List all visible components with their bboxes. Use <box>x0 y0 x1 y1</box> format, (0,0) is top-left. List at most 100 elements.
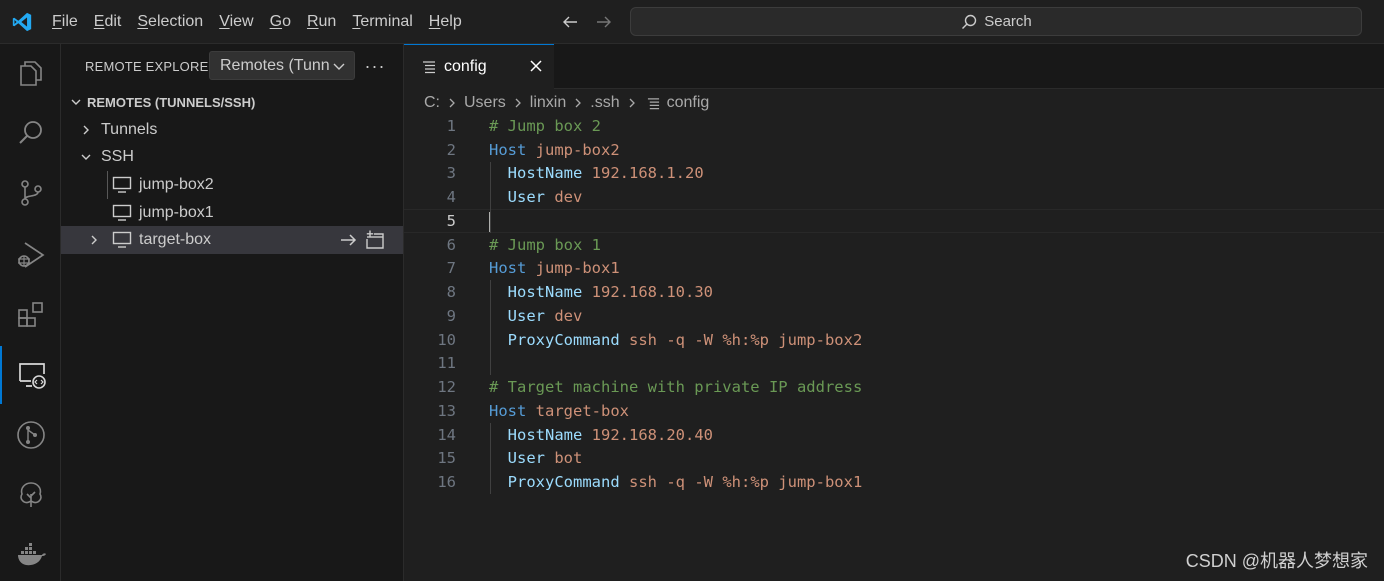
breadcrumb-item[interactable]: .ssh <box>590 94 619 112</box>
code-line[interactable]: 9 User dev <box>404 304 1384 328</box>
code-line[interactable]: 11 <box>404 352 1384 376</box>
code-token: 192.168.10.30 <box>591 283 713 302</box>
tree-item-label: jump-box1 <box>139 203 214 221</box>
menu-item-run[interactable]: Run <box>299 0 344 44</box>
remotes-dropdown[interactable]: Remotes (Tunnels/SSH) <box>209 51 355 80</box>
tree-item-ssh[interactable]: SSH <box>61 144 403 172</box>
explorer-icon[interactable] <box>0 44 61 102</box>
code-token: HostName <box>507 425 583 444</box>
remotes-dropdown-value: Remotes (Tunnels/SSH) <box>220 56 330 74</box>
close-icon[interactable] <box>528 58 544 79</box>
back-arrow-icon[interactable] <box>560 12 580 32</box>
title-bar: File Edit Selection View Go Run Terminal Help S… <box>0 0 1384 44</box>
code-line[interactable]: 13 Host target-box <box>404 399 1384 423</box>
line-number: 11 <box>437 354 456 373</box>
indent-guide <box>490 422 491 494</box>
line-number: 4 <box>446 188 456 207</box>
chevron-down-icon <box>332 59 346 78</box>
code-token: HostName <box>507 283 583 302</box>
code-line[interactable]: 1 # Jump box 2 <box>404 114 1384 138</box>
indent-guide <box>490 161 491 233</box>
code-token: Host <box>489 140 527 159</box>
menu-item-view[interactable]: View <box>211 0 261 44</box>
code-line[interactable]: 12 # Target machine with private IP addre… <box>404 375 1384 399</box>
breadcrumb-item[interactable]: Users <box>464 94 506 112</box>
code-editor[interactable]: 1 # Jump box 2 2 Host jump-box2 3 HostName 1… <box>404 114 1384 494</box>
breadcrumb: C: Users linxin .ssh config <box>404 89 1384 117</box>
tree-item-jump-box2[interactable]: jump-box2 <box>61 171 403 199</box>
line-text: ProxyCommand ssh -q -W %h:%p jump-box2 <box>489 331 863 349</box>
code-line[interactable]: 14 HostName 192.168.20.40 <box>404 423 1384 447</box>
search-icon <box>960 13 978 31</box>
chevron-down-icon <box>67 93 85 111</box>
code-line[interactable]: 7 Host jump-box1 <box>404 257 1384 281</box>
navigation-arrows <box>560 0 614 44</box>
row-actions <box>339 230 385 250</box>
code-token: 192.168.20.40 <box>591 425 713 444</box>
code-line[interactable]: 5 <box>404 209 1384 233</box>
menu-item-help[interactable]: Help <box>421 0 470 44</box>
indent-guide <box>490 280 491 376</box>
sidebar-header: REMOTE EXPLORER Remotes (Tunnels/SSH) ··… <box>61 44 403 88</box>
remote-explorer-icon[interactable] <box>0 346 61 404</box>
line-text: Host jump-box2 <box>489 141 620 159</box>
connect-in-new-window-icon[interactable] <box>365 230 385 250</box>
tree-item-target-box[interactable]: target-box <box>61 226 403 254</box>
code-token: dev <box>554 188 583 207</box>
menu-item-go[interactable]: Go <box>262 0 299 44</box>
code-token: User <box>507 449 545 468</box>
code-line[interactable]: 15 User bot <box>404 447 1384 471</box>
tree-item-label: target-box <box>139 231 212 249</box>
code-line[interactable]: 2 Host jump-box2 <box>404 138 1384 162</box>
tree-item-tunnels[interactable]: Tunnels <box>61 116 403 144</box>
command-center-search[interactable]: Search <box>630 7 1362 36</box>
more-actions-icon[interactable]: ··· <box>363 54 387 78</box>
code-token: bot <box>554 449 583 468</box>
code-line[interactable]: 16 ProxyCommand ssh -q -W %h:%p jump-box… <box>404 470 1384 494</box>
code-line[interactable]: 3 HostName 192.168.1.20 <box>404 162 1384 186</box>
git-graph-icon[interactable] <box>0 406 61 464</box>
menu-item-selection[interactable]: Selection <box>129 0 211 44</box>
tree-icon[interactable] <box>0 466 61 524</box>
code-line[interactable]: 10 ProxyCommand ssh -q -W %h:%p jump-box… <box>404 328 1384 352</box>
code-token: HostName <box>507 164 583 183</box>
code-line[interactable]: 8 HostName 192.168.10.30 <box>404 280 1384 304</box>
forward-arrow-icon[interactable] <box>594 12 614 32</box>
line-number: 15 <box>437 449 456 468</box>
breadcrumb-item[interactable]: C: <box>424 94 440 112</box>
file-lines-icon <box>647 97 660 110</box>
tree-item-label: jump-box2 <box>139 175 214 193</box>
tab-config[interactable]: config <box>404 44 554 89</box>
remotes-section-header[interactable]: REMOTES (TUNNELS/SSH) <box>61 88 403 116</box>
source-control-icon[interactable] <box>0 164 61 222</box>
menu-item-terminal[interactable]: Terminal <box>344 0 420 44</box>
code-token: Host <box>489 401 527 420</box>
code-token: # Jump box 2 <box>489 116 601 135</box>
tree-item-jump-box1[interactable]: jump-box1 <box>61 199 403 227</box>
code-line[interactable]: 4 User dev <box>404 185 1384 209</box>
search-icon[interactable] <box>0 104 61 162</box>
breadcrumb-item[interactable]: config <box>667 94 710 112</box>
line-text: User dev <box>489 188 583 207</box>
menu-item-edit[interactable]: Edit <box>86 0 130 44</box>
editor-tabs: config <box>404 44 1384 89</box>
extensions-icon[interactable] <box>0 286 61 344</box>
connect-in-current-window-icon[interactable] <box>339 230 359 250</box>
line-number: 13 <box>437 401 456 420</box>
menu-item-file[interactable]: File <box>44 0 86 44</box>
breadcrumb-item[interactable]: linxin <box>530 94 566 112</box>
line-number: 2 <box>446 140 456 159</box>
code-line[interactable]: 6 # Jump box 1 <box>404 233 1384 257</box>
code-token: User <box>507 306 545 325</box>
code-token: Host <box>489 259 527 278</box>
run-debug-icon[interactable] <box>0 226 61 284</box>
line-text: # Jump box 1 <box>489 236 601 254</box>
docker-icon[interactable] <box>0 526 61 581</box>
line-number: 8 <box>446 283 456 302</box>
